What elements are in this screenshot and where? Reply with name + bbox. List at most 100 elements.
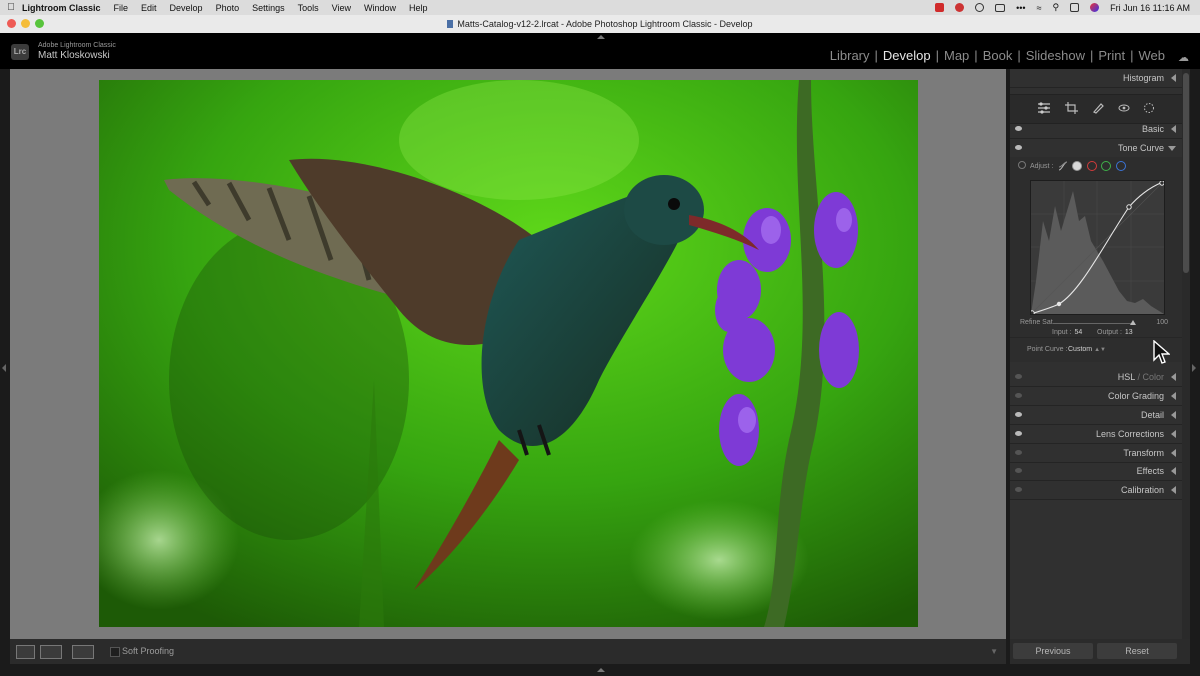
- menu-tools[interactable]: Tools: [298, 3, 319, 13]
- toolbar-options-chevron-icon[interactable]: ▼: [990, 647, 998, 656]
- panel-color-grading[interactable]: Color Grading: [1010, 387, 1182, 406]
- redeye-icon[interactable]: [1117, 102, 1131, 114]
- expand-triangle-icon[interactable]: [1171, 430, 1176, 438]
- eye-icon[interactable]: [1015, 450, 1022, 455]
- collapse-left-panel-arrow[interactable]: [2, 364, 6, 372]
- siri-icon[interactable]: [1090, 3, 1100, 12]
- input-value: 54: [1074, 329, 1083, 336]
- panel-tone-curve[interactable]: Tone Curve: [1010, 139, 1182, 158]
- panel-detail[interactable]: Detail: [1010, 406, 1182, 425]
- refine-saturation-slider[interactable]: [1053, 320, 1136, 325]
- expand-triangle-icon[interactable]: [1171, 373, 1176, 381]
- reset-button[interactable]: Reset: [1097, 643, 1177, 659]
- collapse-top-panel-arrow[interactable]: [597, 35, 605, 39]
- expand-triangle-icon[interactable]: [1171, 74, 1176, 82]
- panel-lens-corrections[interactable]: Lens Corrections: [1010, 425, 1182, 444]
- expand-triangle-icon[interactable]: [1171, 392, 1176, 400]
- window-title-bar: Matts-Catalog-v12-2.lrcat - Adobe Photos…: [0, 15, 1200, 33]
- point-curve-select[interactable]: Custom ▲▼: [1068, 346, 1106, 353]
- panel-transform[interactable]: Transform: [1010, 444, 1182, 463]
- panel-histogram[interactable]: Histogram: [1010, 69, 1182, 88]
- crop-icon[interactable]: [1065, 102, 1079, 114]
- screen-record-icon[interactable]: [975, 3, 985, 12]
- scrollbar-thumb[interactable]: [1183, 73, 1189, 273]
- creative-cloud-icon[interactable]: [955, 3, 965, 12]
- channel-red[interactable]: [1087, 161, 1097, 171]
- panel-basic[interactable]: Basic: [1010, 120, 1182, 139]
- channel-blue[interactable]: [1116, 161, 1126, 171]
- panel-calibration[interactable]: Calibration: [1010, 481, 1182, 500]
- adjust-label: Adjust :: [1030, 163, 1054, 170]
- panel-detail-label: Detail: [1140, 410, 1164, 420]
- expand-triangle-icon[interactable]: [1171, 411, 1176, 419]
- panel-hsl-color[interactable]: HSL / Color: [1010, 368, 1182, 387]
- curve-output-readout: Output :13: [1097, 329, 1133, 336]
- menu-view[interactable]: View: [332, 3, 351, 13]
- control-center-icon[interactable]: [1070, 3, 1080, 12]
- eye-icon[interactable]: [1015, 374, 1022, 379]
- apple-icon[interactable]: : [0, 2, 22, 13]
- soft-proofing-label[interactable]: Soft Proofing: [122, 646, 174, 656]
- menu-file[interactable]: File: [114, 3, 129, 13]
- menu-app-name[interactable]: Lightroom Classic: [22, 3, 101, 13]
- eye-icon[interactable]: [1015, 412, 1022, 417]
- eye-icon[interactable]: [1015, 126, 1022, 131]
- panel-color-label: Color: [1142, 372, 1164, 382]
- module-develop[interactable]: Develop: [878, 48, 936, 63]
- eye-icon[interactable]: [1015, 145, 1022, 150]
- clock[interactable]: Fri Jun 16 11:16 AM: [1110, 3, 1190, 13]
- module-map[interactable]: Map: [939, 48, 974, 63]
- module-library[interactable]: Library: [825, 48, 875, 63]
- collapse-filmstrip-arrow[interactable]: [597, 668, 605, 672]
- panel-effects[interactable]: Effects: [1010, 462, 1182, 481]
- channel-green[interactable]: [1101, 161, 1111, 171]
- expand-triangle-icon[interactable]: [1171, 486, 1176, 494]
- curve-input-readout: Input :54: [1052, 329, 1082, 336]
- edit-sliders-icon[interactable]: [1037, 102, 1051, 114]
- menu-edit[interactable]: Edit: [141, 3, 157, 13]
- right-panel-footer: Previous Reset: [1010, 639, 1190, 664]
- eye-icon[interactable]: [1015, 487, 1022, 492]
- expand-triangle-icon[interactable]: [1171, 449, 1176, 457]
- eye-icon[interactable]: [1015, 468, 1022, 473]
- menu-settings[interactable]: Settings: [252, 3, 285, 13]
- collapse-triangle-icon[interactable]: [1168, 146, 1176, 151]
- eye-icon[interactable]: [1015, 393, 1022, 398]
- channel-rgb[interactable]: [1072, 161, 1082, 171]
- parametric-curve-icon[interactable]: [1058, 161, 1068, 171]
- wifi-icon[interactable]: ≈: [1037, 3, 1042, 13]
- expand-triangle-icon[interactable]: [1171, 467, 1176, 475]
- window-title: Matts-Catalog-v12-2.lrcat - Adobe Photos…: [457, 19, 753, 29]
- masking-icon[interactable]: [1142, 102, 1156, 114]
- input-label: Input :: [1052, 329, 1072, 336]
- module-web[interactable]: Web: [1134, 48, 1171, 63]
- soft-proofing-checkbox[interactable]: [110, 647, 120, 657]
- expand-triangle-icon[interactable]: [1171, 125, 1176, 133]
- menu-help[interactable]: Help: [409, 3, 428, 13]
- output-value: 13: [1124, 329, 1133, 336]
- collapse-right-panel-arrow[interactable]: [1192, 364, 1196, 372]
- loupe-view-icon[interactable]: [16, 645, 35, 659]
- menu-develop[interactable]: Develop: [170, 3, 203, 13]
- before-after-icon[interactable]: [40, 645, 62, 659]
- right-panel-scrollbar[interactable]: [1182, 69, 1190, 639]
- slider-knob[interactable]: [1130, 320, 1136, 325]
- battery-icon[interactable]: [995, 3, 1006, 12]
- previous-button[interactable]: Previous: [1013, 643, 1093, 659]
- compare-icon[interactable]: [72, 645, 94, 659]
- record-icon[interactable]: [935, 3, 945, 12]
- tone-curve-graph[interactable]: [1029, 180, 1165, 316]
- menu-window[interactable]: Window: [364, 3, 396, 13]
- hummingbird-photo[interactable]: [99, 80, 918, 627]
- module-print[interactable]: Print: [1093, 48, 1130, 63]
- panel-histogram-label: Histogram: [1122, 73, 1164, 83]
- menu-photo[interactable]: Photo: [216, 3, 240, 13]
- adjust-radio[interactable]: [1018, 161, 1026, 169]
- module-slideshow[interactable]: Slideshow: [1021, 48, 1090, 63]
- module-book[interactable]: Book: [978, 48, 1018, 63]
- cloud-icon[interactable]: ☁: [1178, 51, 1189, 64]
- eye-icon[interactable]: [1015, 431, 1022, 436]
- more-icon[interactable]: •••: [1016, 3, 1025, 13]
- search-icon[interactable]: ⚲: [1053, 2, 1060, 13]
- healing-icon[interactable]: [1091, 102, 1105, 114]
